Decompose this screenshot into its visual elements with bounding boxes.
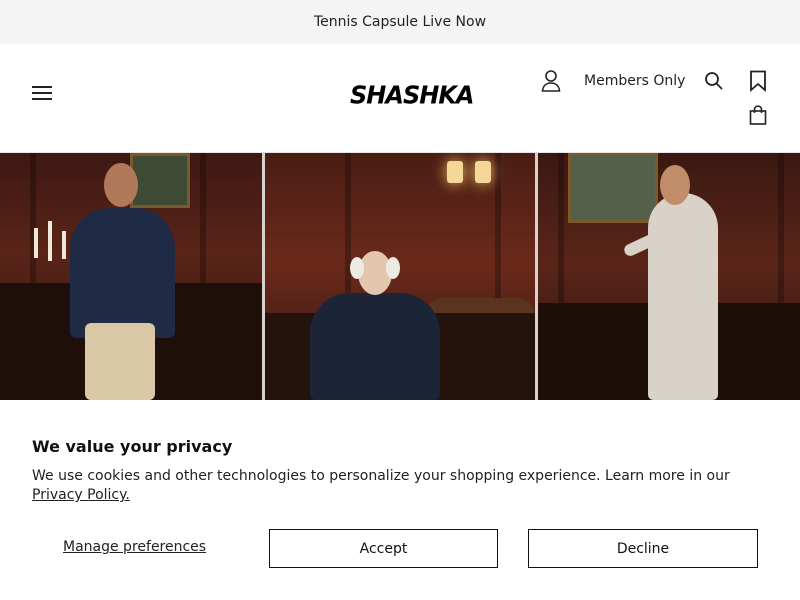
privacy-policy-link[interactable]: Privacy Policy. (32, 487, 130, 503)
menu-icon[interactable] (32, 86, 52, 104)
manage-preferences-link[interactable]: Manage preferences (63, 539, 206, 555)
members-only-link[interactable]: Members Only (584, 73, 685, 89)
bag-icon[interactable] (749, 105, 767, 125)
site-logo[interactable]: SHASHKA (350, 80, 475, 109)
bookmark-icon[interactable] (749, 70, 767, 92)
hero-panel-right (538, 153, 800, 400)
site-header: SHASHKA Members Only (0, 44, 800, 153)
hero-banner-image[interactable] (0, 153, 800, 400)
cookie-description: We use cookies and other technologies to… (32, 467, 772, 505)
cookie-title: We value your privacy (32, 437, 233, 456)
search-icon[interactable] (704, 71, 724, 91)
hero-panel-left (0, 153, 262, 400)
user-icon[interactable] (541, 70, 561, 92)
cookie-consent-banner: We value your privacy We use cookies and… (0, 400, 800, 600)
announcement-bar: Tennis Capsule Live Now (0, 0, 800, 44)
cookie-description-text: We use cookies and other technologies to… (32, 468, 730, 484)
accept-button[interactable]: Accept (269, 529, 498, 568)
decline-button[interactable]: Decline (528, 529, 758, 568)
announcement-text: Tennis Capsule Live Now (313, 14, 487, 30)
hero-panel-center (265, 153, 535, 400)
